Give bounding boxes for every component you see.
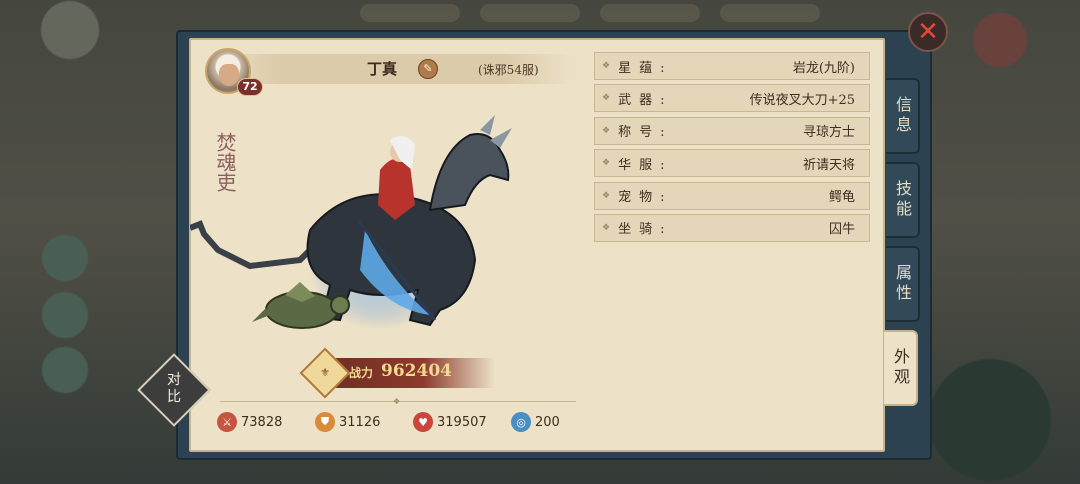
info-label: 华服: [618,157,673,173]
stat-attack: ⚔ 73828 [217,412,315,432]
divider-ornament: ❖ [393,397,401,406]
stat-value: 31126 [339,414,381,430]
character-mount-art [190,115,512,330]
tab-appearance[interactable]: 外观 [884,330,918,406]
info-value: 传说夜叉大刀+25 [749,92,855,108]
diamond-icon: ❖ [602,61,611,71]
health-icon: ♥ [413,412,433,432]
tab-label: 属性 [893,264,912,304]
stat-value: 319507 [437,414,487,430]
tab-label: 外观 [891,348,910,388]
info-row-weapon[interactable]: ❖ 武器: 传说夜叉大刀+25 [594,84,870,113]
tab-attributes[interactable]: 属性 [886,246,920,322]
info-label: 宠物: [618,190,673,206]
speed-icon: ◎ [511,412,531,432]
info-value: 寻琼方士 [802,125,855,141]
combat-power-value: 962404 [381,361,452,381]
tab-skills[interactable]: 技能 [886,162,920,238]
close-button[interactable]: ✕ [908,12,948,52]
appearance-info-list: ❖ 星蕴: 岩龙(九阶) ❖ 武器: 传说夜叉大刀+25 ❖ 称号: 寻琼方士 … [594,52,870,246]
stat-value: 200 [535,414,560,430]
attack-icon: ⚔ [217,412,237,432]
tab-label: 信息 [893,96,912,136]
info-label: 称号: [618,125,673,141]
info-value: 鳄龟 [828,190,855,206]
info-row-title[interactable]: ❖ 称号: 寻琼方士 [594,116,870,145]
stats-row: ⚔ 73828 ⛊ 31126 ♥ 319507 ◎ 200 [217,412,581,432]
tab-info[interactable]: 信息 [886,78,920,154]
info-label: 武器: [618,92,673,108]
diamond-icon: ❖ [602,158,611,169]
combat-power-label: 战力 [349,366,374,380]
info-value: 祈请天将 [802,157,855,173]
player-name: 丁真 [366,60,397,78]
level-badge: 72 [237,78,263,96]
info-value: 岩龙(九阶) [792,60,855,76]
diamond-icon: ❖ [602,190,611,201]
compare-button-label[interactable]: 对比 [161,372,187,406]
info-value: 囚牛 [828,222,855,238]
server-name: (诛邪54服) [478,63,539,77]
info-row-star[interactable]: ❖ 星蕴: 岩龙(九阶) [594,52,870,80]
stat-value: 73828 [241,414,283,430]
diamond-icon: ❖ [602,93,611,104]
edit-name-icon[interactable]: ✎ [418,59,438,79]
tab-label: 技能 [893,180,912,220]
info-row-pet[interactable]: ❖ 宠物: 鳄龟 [594,181,870,210]
stat-speed: ◎ 200 [511,412,581,432]
info-row-mount[interactable]: ❖ 坐骑: 囚牛 [594,213,870,242]
diamond-icon: ❖ [602,222,611,233]
info-label: 星蕴: [618,60,673,76]
diamond-icon: ❖ [602,125,611,136]
defense-icon: ⛊ [315,412,335,432]
info-row-costume[interactable]: ❖ 华服: 祈请天将 [594,149,870,178]
stat-health: ♥ 319507 [413,412,511,432]
info-label: 坐骑: [618,222,673,238]
close-icon: ✕ [917,17,939,47]
stat-defense: ⛊ 31126 [315,412,413,432]
